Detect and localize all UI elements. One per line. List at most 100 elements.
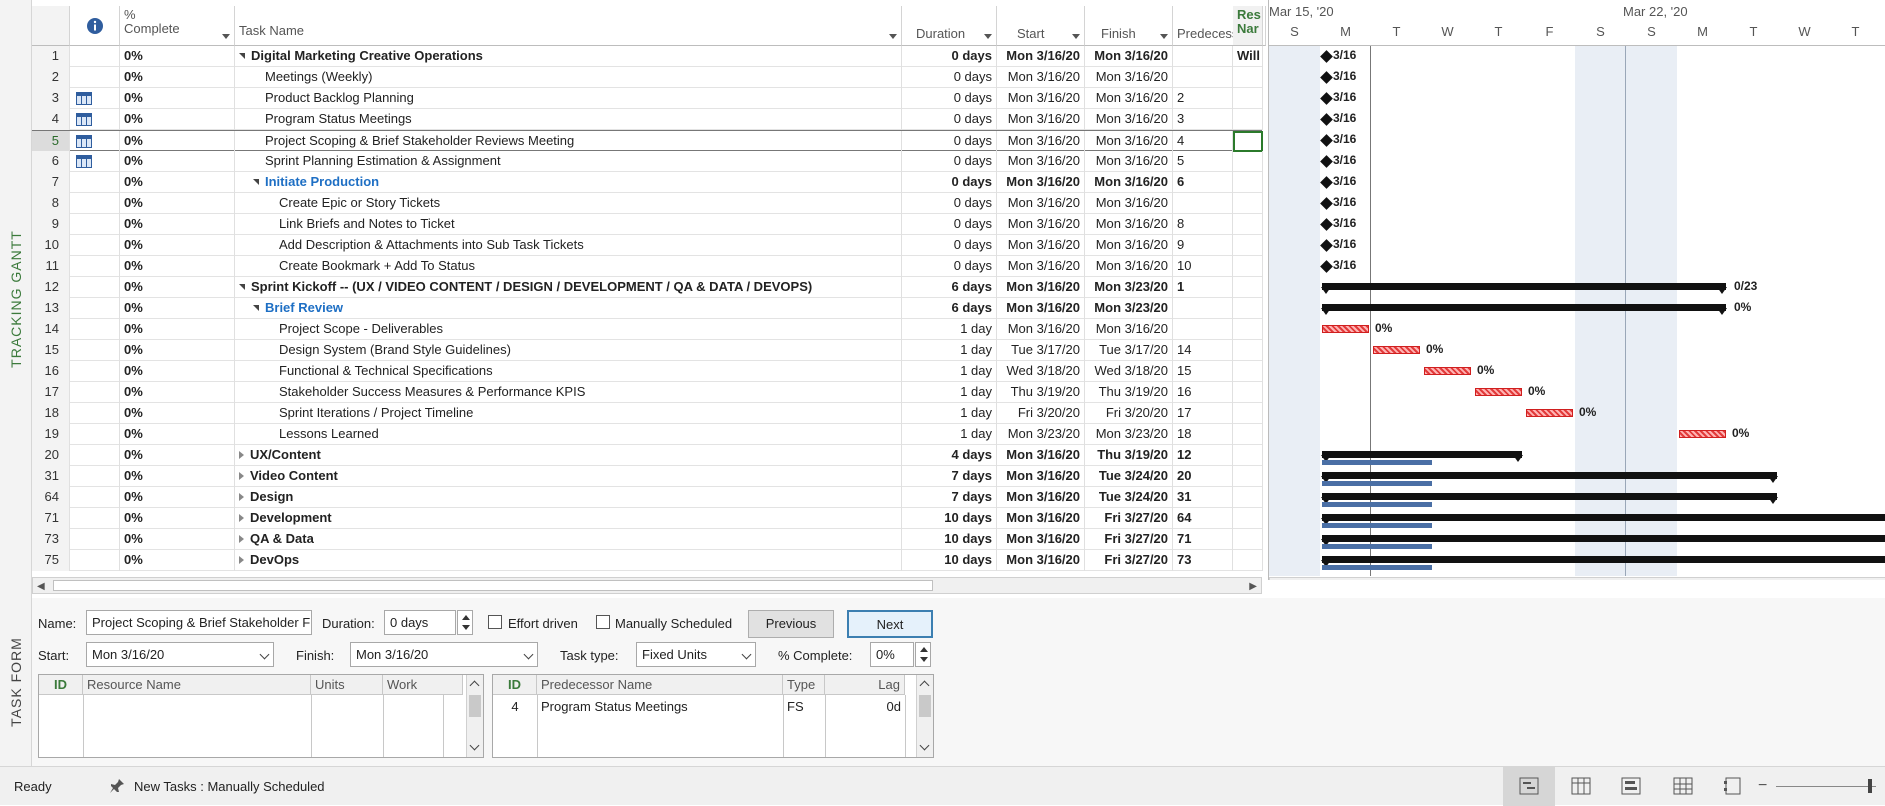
expand-triangle-icon[interactable]: [239, 535, 244, 543]
finish-cell[interactable]: Mon 3/23/20: [1085, 298, 1173, 319]
indicators-cell[interactable]: [70, 131, 120, 152]
milestone-marker[interactable]: [1320, 155, 1333, 168]
indicators-cell[interactable]: [70, 67, 120, 88]
start-cell[interactable]: Mon 3/16/20: [997, 529, 1085, 550]
predecessors-cell[interactable]: 8: [1173, 214, 1233, 235]
task-usage-icon[interactable]: [1570, 775, 1592, 797]
pct-complete-cell[interactable]: 0%: [120, 172, 235, 193]
start-cell[interactable]: Fri 3/20/20: [997, 403, 1085, 424]
zoom-slider-handle[interactable]: [1868, 779, 1872, 793]
finish-cell[interactable]: Wed 3/18/20: [1085, 361, 1173, 382]
task-bar[interactable]: [1424, 367, 1471, 375]
start-cell[interactable]: Thu 3/19/20: [997, 382, 1085, 403]
finish-cell[interactable]: Mon 3/16/20: [1085, 172, 1173, 193]
row-number[interactable]: 6: [32, 151, 70, 172]
task-name-cell[interactable]: Create Epic or Story Tickets: [235, 193, 902, 214]
row-number[interactable]: 64: [32, 487, 70, 508]
resource-grid-scrollbar[interactable]: [466, 675, 483, 757]
finish-cell[interactable]: Thu 3/19/20: [1085, 445, 1173, 466]
task-name-cell[interactable]: Initiate Production: [235, 172, 902, 193]
predecessors-cell[interactable]: [1173, 193, 1233, 214]
task-name-cell[interactable]: Design System (Brand Style Guidelines): [235, 340, 902, 361]
resource-names-cell[interactable]: [1233, 235, 1263, 256]
gantt-horizontal-scrollbar[interactable]: ◀: [1269, 577, 1885, 580]
start-cell[interactable]: Mon 3/16/20: [997, 88, 1085, 109]
finish-cell[interactable]: Mon 3/16/20: [1085, 214, 1173, 235]
pct-complete-cell[interactable]: 0%: [120, 109, 235, 130]
resource-sheet-icon[interactable]: [1672, 775, 1694, 797]
duration-cell[interactable]: 1 day: [902, 340, 997, 361]
expand-triangle-icon[interactable]: [239, 514, 244, 522]
duration-field[interactable]: 0 days: [384, 610, 456, 635]
start-cell[interactable]: Mon 3/16/20: [997, 131, 1085, 152]
task-name-field[interactable]: Project Scoping & Brief Stakeholder F: [86, 610, 312, 635]
indicators-cell[interactable]: [70, 550, 120, 571]
row-number[interactable]: 19: [32, 424, 70, 445]
duration-cell[interactable]: 1 day: [902, 361, 997, 382]
duration-cell[interactable]: 0 days: [902, 172, 997, 193]
predecessors-cell[interactable]: [1173, 319, 1233, 340]
task-bar[interactable]: [1322, 325, 1369, 333]
task-bar[interactable]: [1526, 409, 1573, 417]
finish-cell[interactable]: Tue 3/24/20: [1085, 487, 1173, 508]
progress-bar[interactable]: [1322, 544, 1432, 549]
resource-names-cell[interactable]: Will: [1233, 46, 1263, 67]
resource-names-cell[interactable]: [1233, 277, 1263, 298]
finish-cell[interactable]: Mon 3/16/20: [1085, 46, 1173, 67]
indicators-cell[interactable]: [70, 340, 120, 361]
finish-cell[interactable]: Mon 3/16/20: [1085, 151, 1173, 172]
duration-cell[interactable]: 7 days: [902, 466, 997, 487]
indicators-cell[interactable]: [70, 445, 120, 466]
task-name-cell[interactable]: Add Description & Attachments into Sub T…: [235, 235, 902, 256]
start-cell[interactable]: Mon 3/16/20: [997, 172, 1085, 193]
predecessors-cell[interactable]: 12: [1173, 445, 1233, 466]
indicators-cell[interactable]: [70, 214, 120, 235]
task-type-combo[interactable]: Fixed Units: [636, 642, 756, 667]
start-cell[interactable]: Mon 3/16/20: [997, 466, 1085, 487]
indicators-cell[interactable]: [70, 235, 120, 256]
select-all-corner[interactable]: [32, 6, 70, 46]
pct-complete-cell[interactable]: 0%: [120, 298, 235, 319]
milestone-marker[interactable]: [1320, 92, 1333, 105]
start-cell[interactable]: Mon 3/16/20: [997, 193, 1085, 214]
resource-names-cell[interactable]: [1233, 487, 1263, 508]
start-column-header[interactable]: Start: [997, 6, 1085, 46]
summary-bar[interactable]: [1321, 283, 1727, 294]
progress-bar[interactable]: [1322, 565, 1432, 570]
start-cell[interactable]: Mon 3/16/20: [997, 151, 1085, 172]
finish-cell[interactable]: Mon 3/16/20: [1085, 67, 1173, 88]
pct-complete-cell[interactable]: 0%: [120, 277, 235, 298]
row-number[interactable]: 1: [32, 46, 70, 67]
resource-names-cell[interactable]: [1233, 193, 1263, 214]
finish-cell[interactable]: Fri 3/27/20: [1085, 508, 1173, 529]
resource-names-cell[interactable]: [1233, 109, 1263, 130]
task-name-cell[interactable]: Digital Marketing Creative Operations: [235, 46, 902, 67]
resource-names-cell[interactable]: [1233, 67, 1263, 88]
dropdown-arrow-icon[interactable]: [1072, 34, 1080, 39]
chevron-down-icon[interactable]: [741, 649, 752, 660]
duration-cell[interactable]: 7 days: [902, 487, 997, 508]
row-number[interactable]: 75: [32, 550, 70, 571]
row-number[interactable]: 73: [32, 529, 70, 550]
chevron-down-icon[interactable]: [259, 649, 270, 660]
finish-date-combo[interactable]: Mon 3/16/20: [350, 642, 538, 667]
pct-complete-cell[interactable]: 0%: [120, 529, 235, 550]
predecessors-cell[interactable]: 71: [1173, 529, 1233, 550]
resource-names-cell[interactable]: [1233, 340, 1263, 361]
task-bar[interactable]: [1475, 388, 1522, 396]
pct-complete-cell[interactable]: 0%: [120, 46, 235, 67]
indicators-cell[interactable]: [70, 277, 120, 298]
finish-cell[interactable]: Fri 3/27/20: [1085, 529, 1173, 550]
chevron-up-icon[interactable]: [919, 680, 930, 691]
scroll-right-icon[interactable]: ▶: [1249, 581, 1257, 592]
task-row[interactable]: 9 0% Link Briefs and Notes to Ticket 0 days…: [32, 214, 1263, 235]
dropdown-arrow-icon[interactable]: [889, 34, 897, 39]
indicators-cell[interactable]: [70, 466, 120, 487]
finish-cell[interactable]: Tue 3/24/20: [1085, 466, 1173, 487]
pred-lag-header[interactable]: Lag: [825, 675, 905, 695]
predecessors-cell[interactable]: 64: [1173, 508, 1233, 529]
task-row[interactable]: 3 0% Product Backlog Planning 0 days Mon 3/1…: [32, 88, 1263, 109]
predecessors-cell[interactable]: 20: [1173, 466, 1233, 487]
work-header[interactable]: Work: [383, 675, 463, 695]
zoom-slider[interactable]: [1776, 786, 1876, 787]
